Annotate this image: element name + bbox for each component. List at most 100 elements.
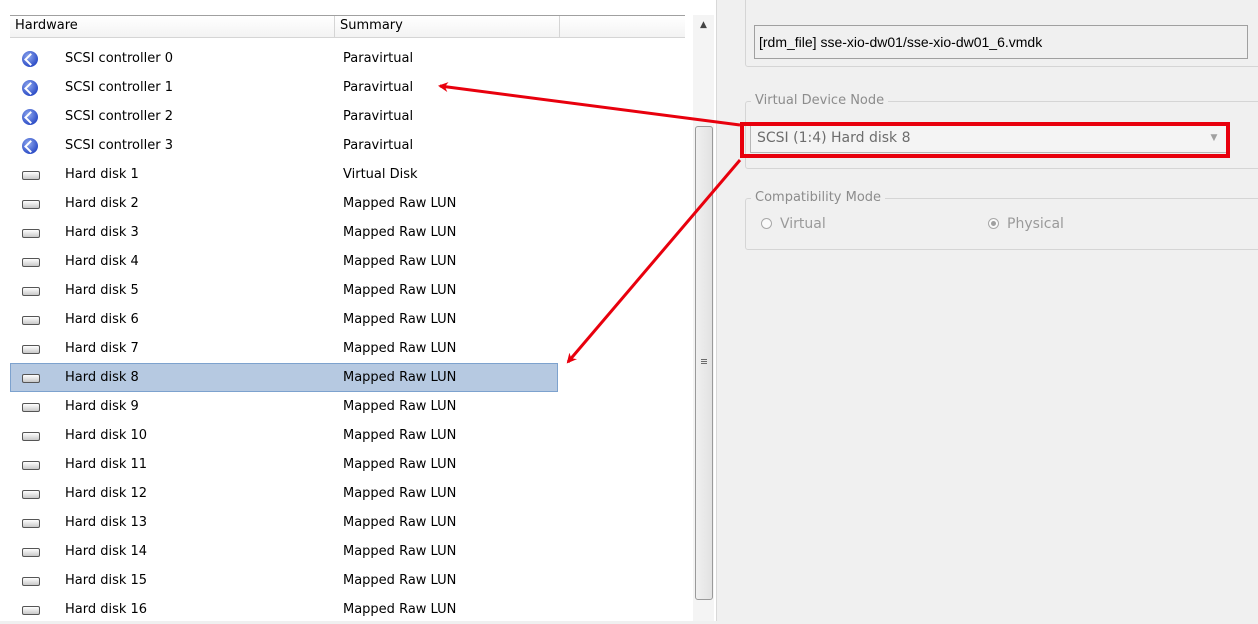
hard-disk-icon bbox=[22, 432, 40, 441]
hard-disk-icon bbox=[22, 374, 40, 383]
row-summary: Virtual Disk bbox=[343, 167, 418, 182]
table-row[interactable]: Hard disk 2 Mapped Raw LUN bbox=[10, 189, 685, 218]
table-row[interactable]: Hard disk 15 Mapped Raw LUN bbox=[10, 566, 685, 595]
row-hardware-name: Hard disk 6 bbox=[65, 312, 139, 327]
table-row[interactable]: Hard disk 4 Mapped Raw LUN bbox=[10, 247, 685, 276]
radio-virtual-label: Virtual bbox=[780, 216, 826, 232]
hard-disk-icon bbox=[22, 316, 40, 325]
hard-disk-icon bbox=[22, 548, 40, 557]
scrollbar-thumb[interactable] bbox=[695, 126, 713, 600]
table-row[interactable]: Hard disk 11 Mapped Raw LUN bbox=[10, 450, 685, 479]
table-row[interactable]: SCSI controller 3 Paravirtual bbox=[10, 131, 685, 160]
table-row[interactable]: Hard disk 12 Mapped Raw LUN bbox=[10, 479, 685, 508]
hard-disk-icon bbox=[22, 461, 40, 470]
hard-disk-icon bbox=[22, 490, 40, 499]
table-row[interactable]: Hard disk 10 Mapped Raw LUN bbox=[10, 421, 685, 450]
row-hardware-name: Hard disk 3 bbox=[65, 225, 139, 240]
radio-physical[interactable]: Physical bbox=[988, 214, 1064, 234]
hard-disk-icon bbox=[22, 345, 40, 354]
row-summary: Mapped Raw LUN bbox=[343, 196, 457, 211]
scroll-up-arrow-icon[interactable]: ▲ bbox=[693, 15, 714, 36]
column-header-extra[interactable] bbox=[560, 16, 685, 37]
radio-virtual[interactable]: Virtual bbox=[761, 214, 826, 234]
table-row[interactable]: SCSI controller 0 Paravirtual bbox=[10, 44, 685, 73]
row-hardware-name: Hard disk 15 bbox=[65, 573, 148, 588]
table-row[interactable]: SCSI controller 1 Paravirtual bbox=[10, 73, 685, 102]
hard-disk-icon bbox=[22, 403, 40, 412]
scsi-controller-icon bbox=[22, 138, 38, 154]
row-summary: Mapped Raw LUN bbox=[343, 370, 457, 385]
grip-icon bbox=[701, 359, 707, 360]
hard-disk-icon bbox=[22, 606, 40, 615]
row-hardware-name: Hard disk 5 bbox=[65, 283, 139, 298]
annotation-highlight-box bbox=[740, 122, 1230, 158]
row-summary: Mapped Raw LUN bbox=[343, 225, 457, 240]
table-row[interactable]: Hard disk 8 Mapped Raw LUN bbox=[10, 363, 558, 392]
row-hardware-name: Hard disk 11 bbox=[65, 457, 148, 472]
table-row[interactable]: Hard disk 5 Mapped Raw LUN bbox=[10, 276, 685, 305]
hard-disk-icon bbox=[22, 200, 40, 209]
table-row[interactable]: Hard disk 13 Mapped Raw LUN bbox=[10, 508, 685, 537]
row-summary: Mapped Raw LUN bbox=[343, 486, 457, 501]
compatibility-mode-group: Compatibility Mode Virtual Physical bbox=[745, 190, 1258, 250]
table-row[interactable]: SCSI controller 2 Paravirtual bbox=[10, 102, 685, 131]
row-summary: Mapped Raw LUN bbox=[343, 399, 457, 414]
table-row[interactable]: Hard disk 7 Mapped Raw LUN bbox=[10, 334, 685, 363]
hard-disk-icon bbox=[22, 577, 40, 586]
hard-disk-icon bbox=[22, 287, 40, 296]
table-row[interactable]: Hard disk 16 Mapped Raw LUN bbox=[10, 595, 685, 624]
row-summary: Mapped Raw LUN bbox=[343, 515, 457, 530]
hardware-list-panel: Hardware Summary SCSI controller 0 Paravi… bbox=[0, 0, 716, 621]
row-summary: Mapped Raw LUN bbox=[343, 544, 457, 559]
radio-physical-label: Physical bbox=[1007, 216, 1064, 232]
row-summary: Mapped Raw LUN bbox=[343, 428, 457, 443]
hard-disk-icon bbox=[22, 519, 40, 528]
row-summary: Mapped Raw LUN bbox=[343, 312, 457, 327]
row-summary: Paravirtual bbox=[343, 80, 414, 95]
row-hardware-name: Hard disk 8 bbox=[65, 370, 139, 385]
disk-file-field[interactable]: [rdm_file] sse-xio-dw01/sse-xio-dw01_6.v… bbox=[754, 25, 1248, 59]
radio-physical-icon bbox=[988, 218, 999, 229]
row-hardware-name: Hard disk 4 bbox=[65, 254, 139, 269]
row-hardware-name: Hard disk 12 bbox=[65, 486, 148, 501]
row-summary: Paravirtual bbox=[343, 138, 414, 153]
row-hardware-name: Hard disk 14 bbox=[65, 544, 148, 559]
table-row[interactable]: Hard disk 3 Mapped Raw LUN bbox=[10, 218, 685, 247]
row-summary: Paravirtual bbox=[343, 109, 414, 124]
scsi-controller-icon bbox=[22, 109, 38, 125]
row-summary: Paravirtual bbox=[343, 51, 414, 66]
table-row[interactable]: Hard disk 6 Mapped Raw LUN bbox=[10, 305, 685, 334]
compatibility-mode-title: Compatibility Mode bbox=[751, 190, 886, 206]
row-hardware-name: Hard disk 10 bbox=[65, 428, 148, 443]
scsi-controller-icon bbox=[22, 51, 38, 67]
hard-disk-icon bbox=[22, 171, 40, 180]
disk-properties-panel: [rdm_file] sse-xio-dw01/sse-xio-dw01_6.v… bbox=[717, 0, 1258, 621]
column-header-hardware[interactable]: Hardware bbox=[10, 16, 335, 37]
row-hardware-name: SCSI controller 1 bbox=[65, 80, 173, 95]
table-row[interactable]: Hard disk 1 Virtual Disk bbox=[10, 160, 685, 189]
row-summary: Mapped Raw LUN bbox=[343, 602, 457, 617]
scsi-controller-icon bbox=[22, 80, 38, 96]
row-hardware-name: Hard disk 16 bbox=[65, 602, 148, 617]
row-hardware-name: Hard disk 7 bbox=[65, 341, 139, 356]
column-header-summary[interactable]: Summary bbox=[335, 16, 560, 37]
row-hardware-name: SCSI controller 3 bbox=[65, 138, 173, 153]
vertical-scrollbar[interactable]: ▲ bbox=[693, 15, 714, 621]
virtual-device-node-title: Virtual Device Node bbox=[751, 93, 889, 109]
row-hardware-name: Hard disk 1 bbox=[65, 167, 139, 182]
list-header: Hardware Summary bbox=[10, 15, 685, 38]
table-row[interactable]: Hard disk 14 Mapped Raw LUN bbox=[10, 537, 685, 566]
radio-virtual-icon bbox=[761, 218, 772, 229]
row-hardware-name: Hard disk 2 bbox=[65, 196, 139, 211]
table-row[interactable]: Hard disk 9 Mapped Raw LUN bbox=[10, 392, 685, 421]
row-summary: Mapped Raw LUN bbox=[343, 254, 457, 269]
row-summary: Mapped Raw LUN bbox=[343, 341, 457, 356]
hard-disk-icon bbox=[22, 229, 40, 238]
row-summary: Mapped Raw LUN bbox=[343, 283, 457, 298]
row-hardware-name: Hard disk 13 bbox=[65, 515, 148, 530]
hard-disk-icon bbox=[22, 258, 40, 267]
row-hardware-name: SCSI controller 2 bbox=[65, 109, 173, 124]
row-hardware-name: Hard disk 9 bbox=[65, 399, 139, 414]
row-summary: Mapped Raw LUN bbox=[343, 573, 457, 588]
row-summary: Mapped Raw LUN bbox=[343, 457, 457, 472]
